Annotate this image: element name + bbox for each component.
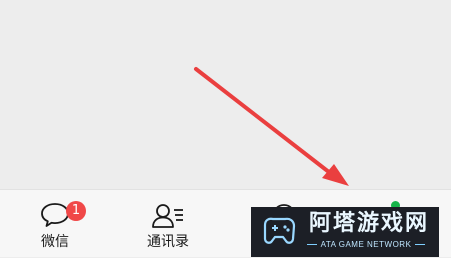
gamepad-logo-icon [259, 213, 299, 253]
site-watermark: 阿塔游戏网 ATA GAME NETWORK [251, 207, 439, 257]
contacts-icon [151, 202, 185, 234]
tab-chats[interactable]: 1 微信 [5, 190, 105, 258]
tab-contacts-label: 通讯录 [147, 234, 189, 250]
watermark-title: 阿塔游戏网 [309, 211, 430, 236]
watermark-subtitle: ATA GAME NETWORK [301, 240, 431, 249]
tab-contacts[interactable]: 通讯录 [118, 190, 218, 258]
unread-badge: 1 [66, 201, 86, 221]
chat-bubble-icon [40, 202, 70, 232]
tab-chats-label: 微信 [41, 234, 69, 250]
